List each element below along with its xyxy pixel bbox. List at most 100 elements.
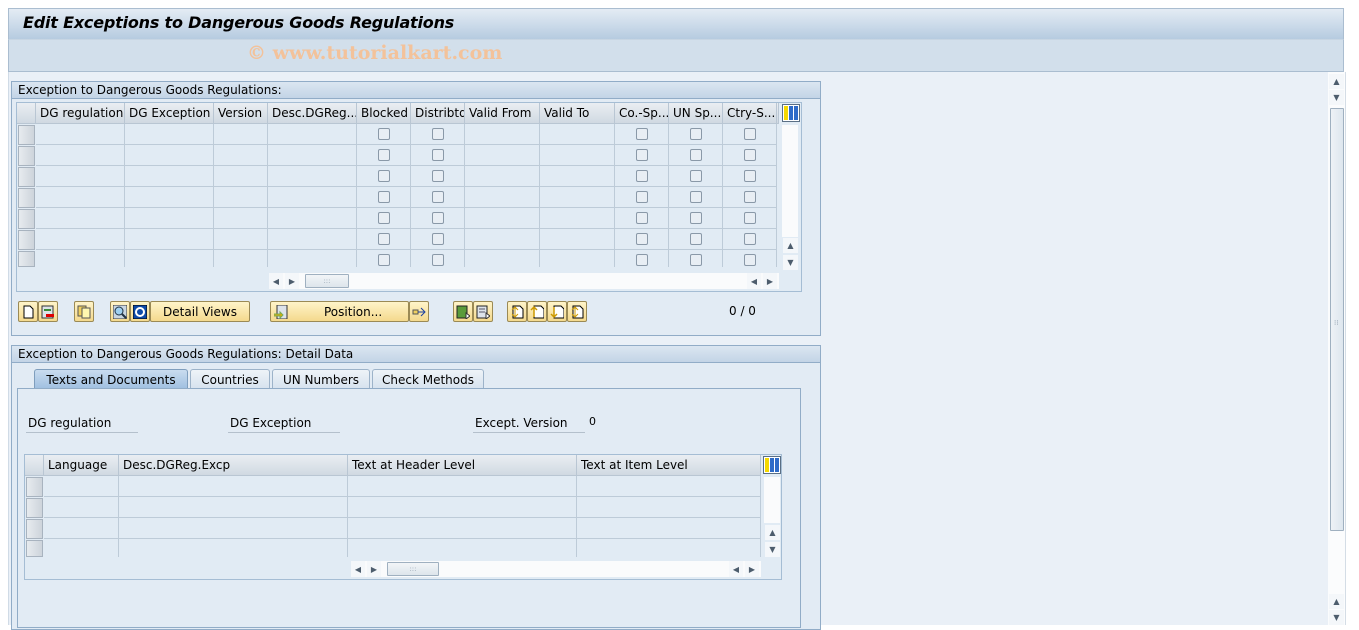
table-cell[interactable]	[669, 124, 723, 145]
select-all-rows-cell[interactable]	[17, 103, 36, 124]
table-cell[interactable]	[540, 124, 615, 145]
tab-un-numbers[interactable]: UN Numbers	[272, 369, 370, 389]
scroll-right-end-icon[interactable]: ▶	[745, 561, 759, 577]
column-header[interactable]: Language	[44, 455, 119, 476]
last-page-button[interactable]	[567, 301, 587, 322]
column-header[interactable]: Desc.DGReg.Excp	[119, 455, 348, 476]
table-cell[interactable]	[411, 145, 465, 166]
next-page-button[interactable]	[547, 301, 567, 322]
tab-countries[interactable]: Countries	[190, 369, 270, 389]
row-selector[interactable]	[18, 188, 35, 208]
table-cell[interactable]	[540, 250, 615, 267]
column-header[interactable]: Text at Header Level	[348, 455, 577, 476]
table-cell[interactable]	[669, 250, 723, 267]
table-scroll-down-icon[interactable]: ▼	[783, 255, 798, 270]
checkbox[interactable]	[432, 254, 444, 266]
table-scroll-up-icon[interactable]: ▲	[765, 525, 780, 540]
checkbox[interactable]	[690, 128, 702, 140]
table-cell[interactable]	[268, 208, 357, 229]
table-cell[interactable]	[465, 208, 540, 229]
table-cell[interactable]	[615, 208, 669, 229]
column-header[interactable]: Version	[214, 103, 268, 124]
deselect-all-button[interactable]	[473, 301, 493, 322]
scroll-page-up-icon[interactable]: ▲	[1329, 594, 1344, 609]
checkbox[interactable]	[744, 170, 756, 182]
table-cell[interactable]	[268, 166, 357, 187]
main-vertical-scrollbar[interactable]: ▲ ▼ ⁞⁞ ▲ ▼	[1328, 72, 1345, 625]
checkbox[interactable]	[378, 191, 390, 203]
scroll-left-end-icon[interactable]: ◀	[747, 273, 761, 289]
column-header[interactable]: Valid To	[540, 103, 615, 124]
navigate-button[interactable]	[409, 301, 429, 322]
table-scroll-up-icon[interactable]: ▲	[783, 238, 798, 253]
checkbox[interactable]	[378, 254, 390, 266]
table-cell[interactable]	[125, 145, 214, 166]
checkbox[interactable]	[378, 149, 390, 161]
checkbox[interactable]	[636, 149, 648, 161]
row-selector[interactable]	[18, 125, 35, 145]
table-cell[interactable]	[615, 250, 669, 267]
checkbox[interactable]	[690, 170, 702, 182]
table-cell[interactable]	[119, 518, 348, 539]
table-cell[interactable]	[268, 145, 357, 166]
table-cell[interactable]	[615, 229, 669, 250]
table-cell[interactable]	[357, 250, 411, 267]
table-cell[interactable]	[125, 250, 214, 267]
table-cell[interactable]	[723, 187, 777, 208]
table-cell[interactable]	[465, 250, 540, 267]
checkbox[interactable]	[744, 233, 756, 245]
checkbox[interactable]	[636, 128, 648, 140]
row-selector[interactable]	[18, 146, 35, 166]
table-cell[interactable]	[615, 166, 669, 187]
position-button[interactable]: Position...	[270, 301, 409, 322]
table-cell[interactable]	[214, 145, 268, 166]
table-cell[interactable]	[214, 187, 268, 208]
table-cell[interactable]	[577, 518, 761, 539]
table-cell[interactable]	[723, 229, 777, 250]
table-cell[interactable]	[669, 187, 723, 208]
table-cell[interactable]	[411, 229, 465, 250]
table-cell[interactable]	[411, 187, 465, 208]
table-cell[interactable]	[268, 250, 357, 267]
tab-check-methods[interactable]: Check Methods	[372, 369, 484, 389]
checkbox[interactable]	[690, 149, 702, 161]
table-cell[interactable]	[348, 518, 577, 539]
scroll-thumb[interactable]: :::	[387, 562, 439, 576]
table-cell[interactable]	[723, 250, 777, 267]
checkbox[interactable]	[690, 212, 702, 224]
scroll-left-end-icon[interactable]: ◀	[729, 561, 743, 577]
table-cell[interactable]	[125, 229, 214, 250]
table-cell[interactable]	[577, 539, 761, 557]
table-cell[interactable]	[615, 145, 669, 166]
column-header[interactable]: DG Exception	[125, 103, 214, 124]
table-cell[interactable]	[540, 229, 615, 250]
table-cell[interactable]	[411, 124, 465, 145]
scroll-right-icon[interactable]: ▶	[367, 561, 381, 577]
checkbox[interactable]	[690, 254, 702, 266]
table-cell[interactable]	[214, 208, 268, 229]
table-cell[interactable]	[36, 187, 125, 208]
table-cell[interactable]	[357, 208, 411, 229]
row-selector[interactable]	[26, 477, 43, 497]
checkbox[interactable]	[636, 254, 648, 266]
table-cell[interactable]	[119, 497, 348, 518]
table-cell[interactable]	[577, 476, 761, 497]
table-cell[interactable]	[268, 229, 357, 250]
row-selector[interactable]	[18, 230, 35, 250]
new-entry-button[interactable]	[18, 301, 38, 322]
scroll-down-icon[interactable]: ▼	[1329, 90, 1344, 105]
checkbox[interactable]	[636, 212, 648, 224]
previous-page-button[interactable]	[527, 301, 547, 322]
table-cell[interactable]	[44, 497, 119, 518]
table-cell[interactable]	[465, 145, 540, 166]
column-header[interactable]: Blocked	[357, 103, 411, 124]
column-header[interactable]: Ctry-S...	[723, 103, 777, 124]
checkbox[interactable]	[744, 128, 756, 140]
column-header[interactable]: DG regulation	[36, 103, 125, 124]
scroll-page-down-icon[interactable]: ▼	[1329, 610, 1344, 625]
row-selector[interactable]	[26, 498, 43, 518]
table-cell[interactable]	[214, 250, 268, 267]
table-cell[interactable]	[125, 208, 214, 229]
refresh-button[interactable]	[130, 301, 150, 322]
row-selector[interactable]	[26, 540, 43, 557]
